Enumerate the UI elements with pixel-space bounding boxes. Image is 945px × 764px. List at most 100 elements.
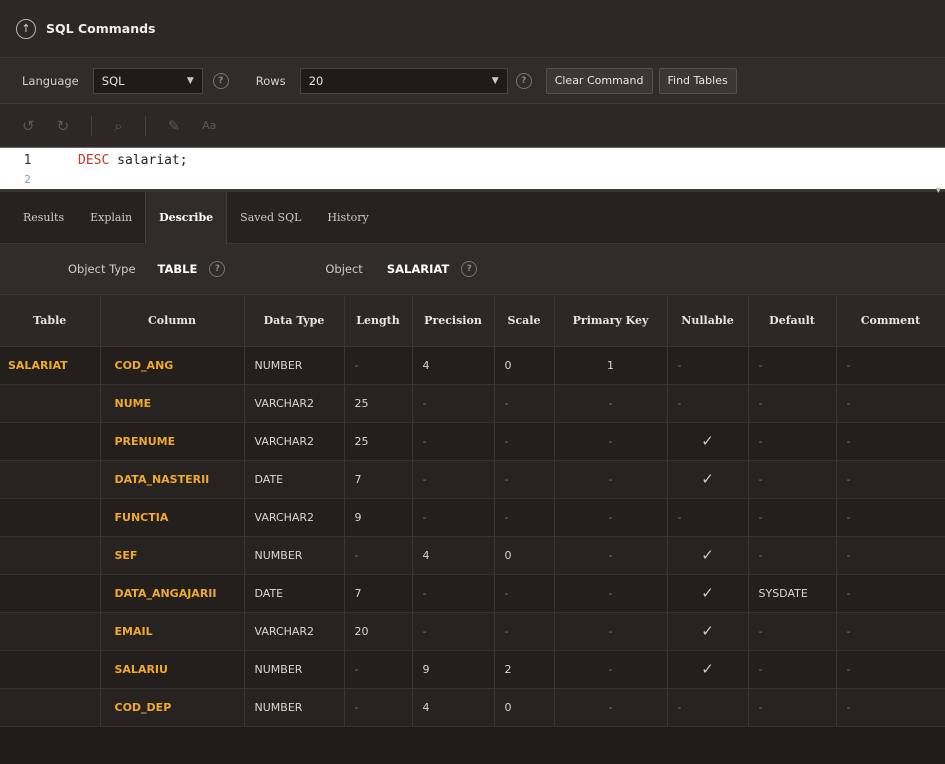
column-name-cell[interactable]: SALARIU xyxy=(100,650,245,689)
column-header[interactable]: Precision xyxy=(412,295,495,347)
editor-resize-handle[interactable]: ▼ xyxy=(0,186,945,194)
column-name-cell[interactable]: COD_DEP xyxy=(100,688,245,727)
table-cell: - xyxy=(494,422,555,461)
table-cell: VARCHAR2 xyxy=(244,384,345,423)
table-name-cell xyxy=(0,384,101,423)
column-name-cell[interactable]: PRENUME xyxy=(100,422,245,461)
search-icon[interactable]: ⌕ xyxy=(114,117,122,135)
column-header[interactable]: Column xyxy=(100,295,245,347)
table-cell: - xyxy=(344,536,413,575)
language-select[interactable]: SQL ▼ xyxy=(92,67,203,94)
column-header[interactable]: Table xyxy=(0,295,101,347)
table-cell: - xyxy=(836,688,945,727)
table-cell: - xyxy=(412,422,495,461)
table-cell: - xyxy=(836,346,945,385)
line-number: 1 xyxy=(23,153,32,168)
help-icon[interactable]: ? xyxy=(209,261,226,277)
tab-results[interactable]: Results xyxy=(10,192,77,244)
table-cell: 0 xyxy=(494,346,555,385)
table-cell: - xyxy=(344,688,413,727)
command-toolbar: Language SQL ▼ ? Rows 20 ▼ ? Clear Comma… xyxy=(0,58,945,104)
table-cell: 7 xyxy=(344,460,413,499)
table-cell: - xyxy=(412,498,495,537)
checkmark-icon: ✓ xyxy=(667,536,749,575)
table-cell: - xyxy=(554,612,668,651)
table-cell: - xyxy=(748,536,837,575)
page-title: SQL Commands xyxy=(46,21,156,36)
table-cell: VARCHAR2 xyxy=(244,612,345,651)
column-name-cell[interactable]: DATA_NASTERII xyxy=(100,460,245,499)
table-cell: - xyxy=(748,688,837,727)
code-line: DESC salariat; xyxy=(78,153,188,168)
column-header[interactable]: Comment xyxy=(836,295,945,347)
table-cell: NUMBER xyxy=(244,688,345,727)
checkmark-icon: ✓ xyxy=(667,422,749,461)
table-cell: 25 xyxy=(344,384,413,423)
tab-explain[interactable]: Explain xyxy=(77,192,145,244)
help-icon[interactable]: ? xyxy=(212,72,229,89)
clear-command-button[interactable]: Clear Command xyxy=(545,67,653,94)
column-name-cell[interactable]: COD_ANG xyxy=(100,346,245,385)
table-cell: DATE xyxy=(244,574,345,613)
rows-select-value: 20 xyxy=(308,73,324,88)
table-cell: - xyxy=(748,650,837,689)
results-tabs: Results Explain Describe Saved SQL Histo… xyxy=(0,191,945,244)
object-label: Object xyxy=(325,262,363,276)
table-cell: - xyxy=(748,346,837,385)
table-row: DATA_NASTERII DATE 7- - - ✓ - - xyxy=(0,460,945,499)
column-header[interactable]: Length xyxy=(344,295,413,347)
column-name-cell[interactable]: DATA_ANGAJARII xyxy=(100,574,245,613)
table-cell: VARCHAR2 xyxy=(244,422,345,461)
table-cell: - xyxy=(667,346,749,385)
column-header[interactable]: Scale xyxy=(494,295,555,347)
collapse-up-icon[interactable]: ↑ xyxy=(16,18,36,39)
column-name-cell[interactable]: EMAIL xyxy=(100,612,245,651)
help-icon[interactable]: ? xyxy=(515,72,532,89)
table-row: PRENUME VARCHAR2 25- - - ✓ - - xyxy=(0,422,945,461)
table-name-cell xyxy=(0,422,101,461)
checkmark-icon: ✓ xyxy=(667,460,749,499)
table-header-row: Table Column Data Type Length Precision … xyxy=(0,295,945,347)
table-cell: - xyxy=(748,422,837,461)
object-value: SALARIAT xyxy=(386,262,450,276)
table-name-cell xyxy=(0,460,101,499)
table-cell: - xyxy=(748,498,837,537)
table-row: FUNCTIA VARCHAR2 9- - - - - - xyxy=(0,498,945,537)
font-size-icon[interactable]: Aa xyxy=(202,119,216,132)
wrench-icon[interactable]: ✎ xyxy=(168,117,181,135)
help-icon[interactable]: ? xyxy=(461,261,478,277)
undo-icon[interactable]: ↺ xyxy=(22,117,35,135)
table-name-cell xyxy=(0,536,101,575)
column-header[interactable]: Nullable xyxy=(667,295,749,347)
table-cell: 4 xyxy=(412,536,495,575)
column-name-cell[interactable]: NUME xyxy=(100,384,245,423)
column-header[interactable]: Default xyxy=(748,295,837,347)
table-cell: - xyxy=(667,688,749,727)
chevron-down-icon: ▼ xyxy=(491,75,499,86)
table-cell: - xyxy=(412,384,495,423)
table-cell: 2 xyxy=(494,650,555,689)
redo-icon[interactable]: ↻ xyxy=(57,117,70,135)
rows-select[interactable]: 20 ▼ xyxy=(299,67,508,94)
sql-editor[interactable]: 1 DESC salariat; 2 xyxy=(0,147,945,189)
column-name-cell[interactable]: FUNCTIA xyxy=(100,498,245,537)
column-header[interactable]: Primary Key xyxy=(554,295,668,347)
table-row: SALARIAT COD_ANG NUMBER -4 0 1- - - xyxy=(0,346,945,385)
tab-history[interactable]: History xyxy=(314,192,381,244)
table-cell: - xyxy=(836,384,945,423)
checkmark-icon: ✓ xyxy=(667,612,749,651)
table-cell: - xyxy=(836,498,945,537)
toolbar-divider xyxy=(91,115,93,136)
find-tables-button[interactable]: Find Tables xyxy=(658,67,737,94)
tab-saved-sql[interactable]: Saved SQL xyxy=(227,192,314,244)
checkmark-icon: ✓ xyxy=(667,650,749,689)
tab-describe[interactable]: Describe xyxy=(145,191,228,244)
column-name-cell[interactable]: SEF xyxy=(100,536,245,575)
table-name-cell xyxy=(0,498,101,537)
object-type-value: TABLE xyxy=(157,262,198,276)
column-header[interactable]: Data Type xyxy=(244,295,345,347)
table-name-cell xyxy=(0,612,101,651)
table-cell: - xyxy=(748,612,837,651)
rows-label: Rows xyxy=(255,73,286,88)
table-cell: - xyxy=(494,612,555,651)
